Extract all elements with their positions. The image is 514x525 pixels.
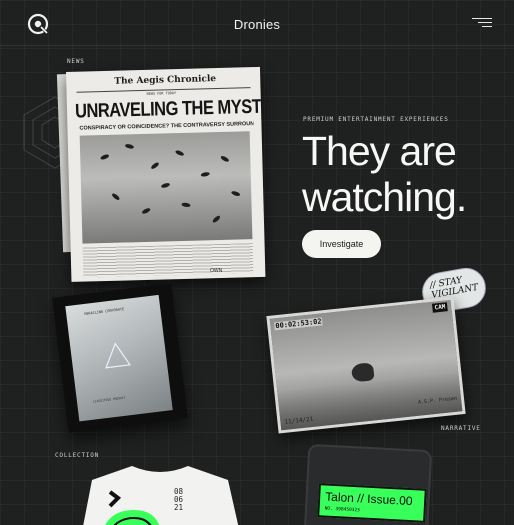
- cctv-timecode: 00:02:53:02: [274, 317, 323, 331]
- issue-title: Talon // Issue.00: [324, 489, 413, 509]
- section-label-narrative: NARRATIVE: [441, 425, 481, 432]
- newspaper-photo: [79, 131, 253, 244]
- card-top-text: HERACLINE CORPORATE: [84, 307, 125, 316]
- site-header: Dronies: [0, 0, 514, 46]
- cctv-cam-label: CAM: [432, 302, 448, 313]
- newspaper-headline: UNRAVELING THE MYSTERY: [74, 95, 266, 123]
- cctv-bird: [350, 362, 375, 383]
- section-label-collection: COLLECTION: [55, 452, 100, 459]
- newspaper-card[interactable]: The Aegis Chronicle NEWS FOR TODAY UNRAV…: [66, 66, 266, 282]
- menu-icon[interactable]: [472, 18, 492, 30]
- newspaper-body-text: [82, 243, 254, 278]
- cctv-still[interactable]: 00:02:53:02 CAM A.S.P. Presen 11/14/21: [266, 296, 466, 434]
- issue-card[interactable]: Talon // Issue.00 NO. 398450323: [317, 483, 427, 523]
- newspaper-masthead: The Aegis Chronicle: [114, 74, 217, 87]
- t-shirt-image[interactable]: [70, 462, 250, 525]
- collectible-card-surface: HERACLINE CORPORATE CLASSIFIED PRODUCT: [65, 294, 173, 422]
- section-label-news: NEWS: [67, 58, 85, 65]
- triangle-emblem-icon: [105, 342, 131, 369]
- investigate-button[interactable]: Investigate: [302, 230, 381, 258]
- issue-number: NO. 398450323: [324, 506, 360, 514]
- newspaper-tail-text: OWN: [210, 268, 223, 274]
- hero-eyebrow: PREMIUM ENTERTAINMENT EXPERIENCES: [303, 116, 449, 123]
- hero-title: They are watching.: [302, 128, 467, 220]
- card-bottom-text: CLASSIFIED PRODUCT: [92, 395, 126, 404]
- collectible-card-frame[interactable]: HERACLINE CORPORATE CLASSIFIED PRODUCT: [52, 283, 188, 433]
- t-shirt-date-text: 08 06 21: [174, 487, 184, 512]
- brand-name[interactable]: Dronies: [0, 17, 514, 32]
- newspaper-issue-tag: NEWS FOR TODAY: [146, 91, 177, 96]
